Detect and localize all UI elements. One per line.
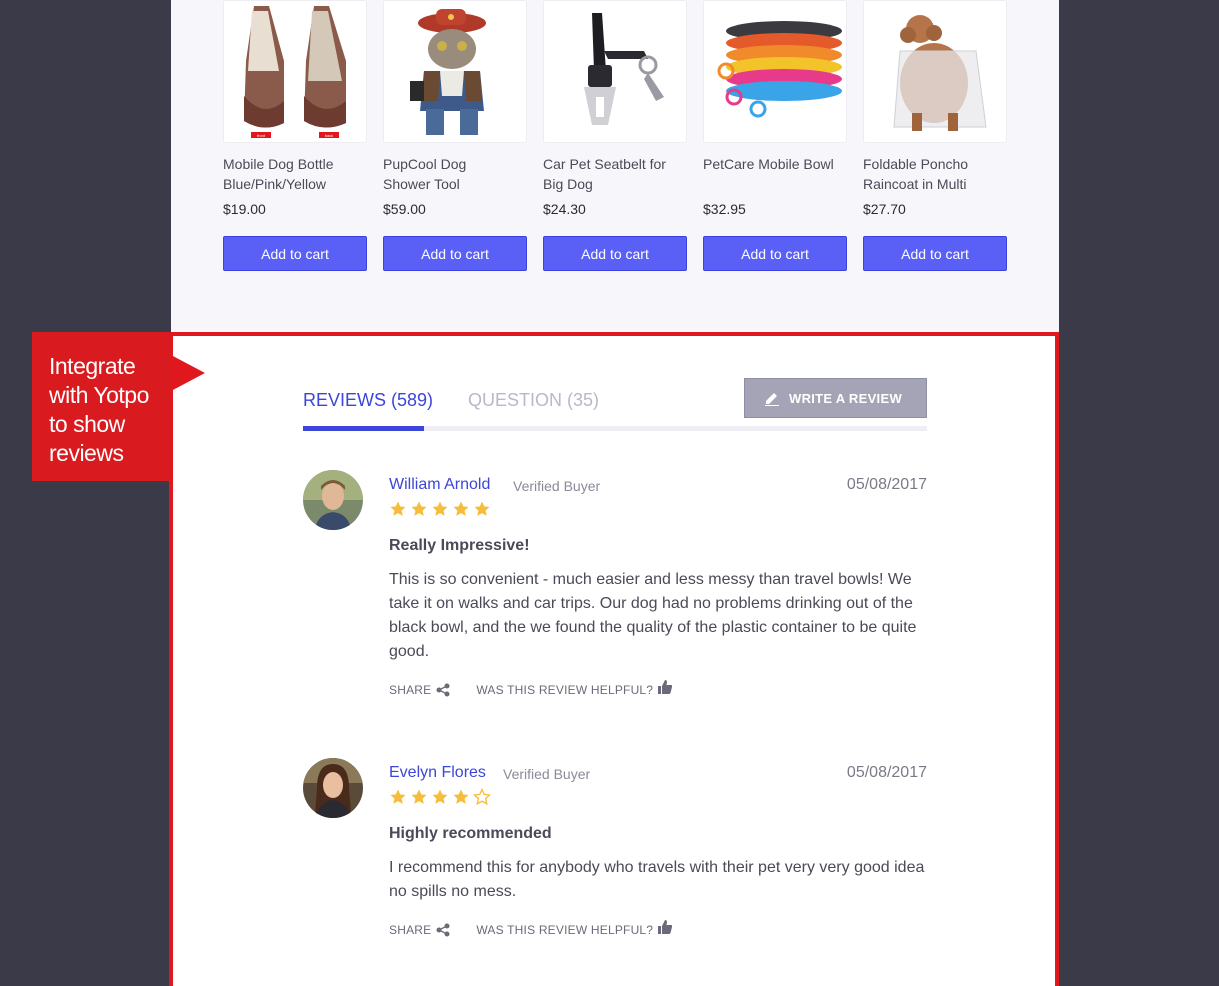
avatar bbox=[303, 470, 363, 530]
helpful-button[interactable]: WAS THIS REVIEW HELPFUL? bbox=[476, 680, 673, 697]
product-image[interactable]: front back bbox=[223, 0, 367, 143]
product-image[interactable] bbox=[543, 0, 687, 143]
review-body: This is so convenient - much easier and … bbox=[389, 571, 917, 660]
star-filled-icon bbox=[432, 789, 448, 804]
reviews-tabs: REVIEWS (589) QUESTION (35) WRITE A REVI… bbox=[303, 378, 927, 432]
thumbs-up-icon bbox=[658, 920, 673, 934]
add-to-cart-button[interactable]: Add to cart bbox=[543, 236, 687, 271]
add-to-cart-button[interactable]: Add to cart bbox=[383, 236, 527, 271]
product-name[interactable]: Mobile Dog Bottle Blue/Pink/Yellow bbox=[223, 154, 355, 194]
product-image[interactable] bbox=[863, 0, 1007, 143]
star-outline-icon bbox=[473, 788, 491, 806]
product-card[interactable]: Foldable Poncho Raincoat in Multi $27.70… bbox=[863, 0, 1007, 271]
helpful-label: WAS THIS REVIEW HELPFUL? bbox=[476, 923, 654, 937]
product-price: $27.70 bbox=[863, 201, 906, 217]
share-button[interactable]: SHARE bbox=[389, 923, 450, 937]
star-filled-icon bbox=[411, 789, 427, 804]
share-icon bbox=[436, 923, 450, 937]
product-card[interactable]: Car Pet Seatbelt for Big Dog $24.30 Add … bbox=[543, 0, 687, 271]
tab-questions[interactable]: QUESTION (35) bbox=[468, 390, 599, 411]
product-image[interactable] bbox=[383, 0, 527, 143]
callout-banner: Integrate with Yotpo to show reviews bbox=[32, 332, 171, 481]
review-body: I recommend this for anybody who travels… bbox=[389, 859, 925, 900]
product-price: $19.00 bbox=[223, 201, 266, 217]
avatar bbox=[303, 758, 363, 818]
review-actions: SHARE WAS THIS REVIEW HELPFUL? bbox=[389, 920, 673, 937]
star-filled-icon bbox=[432, 501, 448, 516]
thumbs-up-icon bbox=[658, 680, 673, 694]
share-icon bbox=[436, 683, 450, 697]
star-filled-icon bbox=[453, 501, 469, 516]
reviewer-name[interactable]: Evelyn Flores bbox=[389, 764, 486, 782]
add-to-cart-button[interactable]: Add to cart bbox=[703, 236, 847, 271]
callout-arrow bbox=[171, 355, 205, 391]
review-date: 05/08/2017 bbox=[846, 476, 927, 493]
product-image[interactable] bbox=[703, 0, 847, 143]
write-review-label: WRITE A REVIEW bbox=[789, 390, 903, 406]
write-review-button[interactable]: WRITE A REVIEW bbox=[744, 378, 927, 418]
star-filled-icon bbox=[411, 501, 427, 516]
share-label: SHARE bbox=[389, 923, 432, 937]
reviewer-name[interactable]: William Arnold bbox=[389, 476, 490, 494]
product-card[interactable]: PupCool Dog Shower Tool $59.00 Add to ca… bbox=[383, 0, 527, 271]
star-filled-icon bbox=[474, 501, 490, 516]
review-item: William Arnold Verified Buyer 05/08/2017… bbox=[303, 470, 927, 700]
share-button[interactable]: SHARE bbox=[389, 683, 450, 697]
product-name[interactable]: Foldable Poncho Raincoat in Multi bbox=[863, 154, 995, 194]
review-title: Highly recommended bbox=[389, 825, 552, 842]
helpful-button[interactable]: WAS THIS REVIEW HELPFUL? bbox=[476, 920, 673, 937]
image-label-back: back bbox=[325, 133, 333, 138]
product-name[interactable]: PetCare Mobile Bowl bbox=[703, 154, 835, 194]
product-price: $24.30 bbox=[543, 201, 586, 217]
related-products: front back Mobile Dog Bottle Blue/Pink/Y… bbox=[223, 0, 1013, 290]
review-actions: SHARE WAS THIS REVIEW HELPFUL? bbox=[389, 680, 673, 697]
product-price: $32.95 bbox=[703, 201, 746, 217]
review-date: 05/08/2017 bbox=[846, 764, 927, 781]
review-title: Really Impressive! bbox=[389, 537, 530, 554]
star-rating bbox=[389, 788, 491, 806]
add-to-cart-button[interactable]: Add to cart bbox=[223, 236, 367, 271]
verified-buyer-badge: Verified Buyer bbox=[513, 478, 601, 494]
verified-buyer-badge: Verified Buyer bbox=[503, 766, 591, 782]
product-card[interactable]: PetCare Mobile Bowl $32.95 Add to cart bbox=[703, 0, 847, 271]
product-card[interactable]: front back Mobile Dog Bottle Blue/Pink/Y… bbox=[223, 0, 367, 271]
image-label-front: front bbox=[257, 133, 266, 138]
star-filled-icon bbox=[390, 501, 406, 516]
pencil-icon bbox=[765, 393, 779, 406]
share-label: SHARE bbox=[389, 683, 432, 697]
product-name[interactable]: Car Pet Seatbelt for Big Dog bbox=[543, 154, 675, 194]
active-tab-indicator bbox=[303, 426, 424, 431]
product-price: $59.00 bbox=[383, 201, 426, 217]
callout-text: Integrate with Yotpo to show reviews bbox=[49, 353, 149, 466]
star-filled-icon bbox=[453, 789, 469, 804]
tab-reviews[interactable]: REVIEWS (589) bbox=[303, 390, 433, 411]
star-filled-icon bbox=[390, 789, 406, 804]
product-name[interactable]: PupCool Dog Shower Tool bbox=[383, 154, 515, 194]
star-rating bbox=[389, 500, 491, 518]
helpful-label: WAS THIS REVIEW HELPFUL? bbox=[476, 683, 654, 697]
review-item: Evelyn Flores Verified Buyer 05/08/2017 … bbox=[303, 758, 927, 958]
add-to-cart-button[interactable]: Add to cart bbox=[863, 236, 1007, 271]
